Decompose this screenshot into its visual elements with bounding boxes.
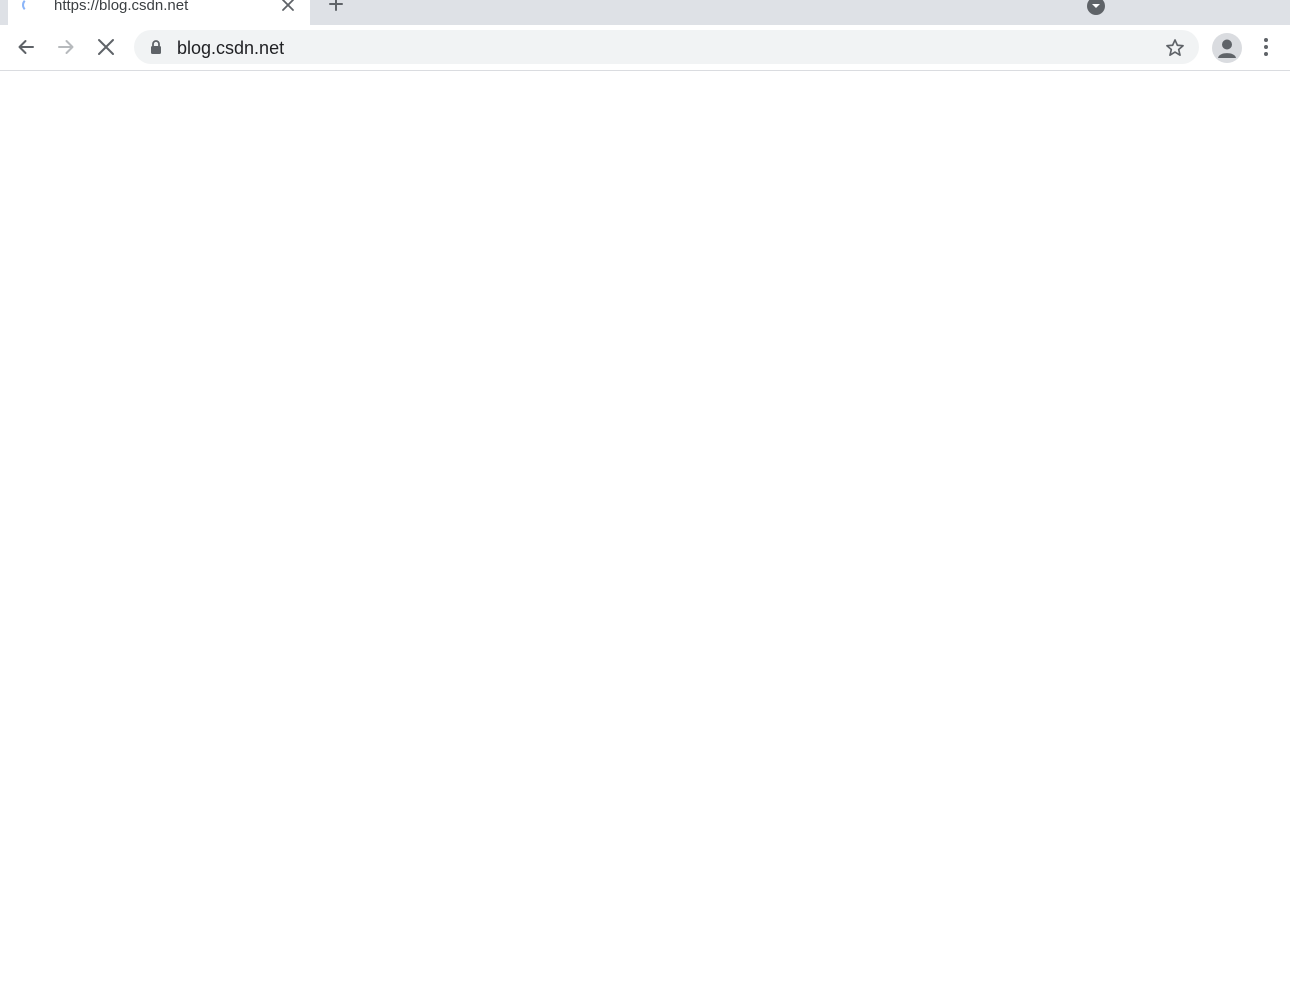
stop-loading-button[interactable] xyxy=(90,31,122,63)
loading-spinner-icon xyxy=(22,0,36,12)
forward-button[interactable] xyxy=(50,31,82,63)
browser-toolbar: blog.csdn.net xyxy=(0,25,1290,71)
menu-button[interactable] xyxy=(1254,35,1278,59)
url-text[interactable]: blog.csdn.net xyxy=(177,38,284,58)
tab-title: https://blog.csdn.net xyxy=(54,0,189,14)
tab-close-button[interactable] xyxy=(278,0,298,15)
star-icon[interactable] xyxy=(1164,37,1186,59)
plus-icon xyxy=(329,0,343,11)
back-button[interactable] xyxy=(10,31,42,63)
close-icon xyxy=(98,39,114,55)
page-content-blank xyxy=(0,71,1290,1006)
tab-active[interactable]: https://blog.csdn.net xyxy=(8,0,310,25)
arrow-left-icon xyxy=(18,40,34,54)
chevron-down-circle-icon xyxy=(1087,0,1105,15)
browser-window: https://blog.csdn.net blog.csdn.net xyxy=(0,0,1290,1006)
arrow-right-icon xyxy=(58,40,74,54)
address-bar[interactable]: blog.csdn.net xyxy=(134,30,1199,64)
new-tab-button[interactable] xyxy=(324,0,348,16)
close-icon xyxy=(282,0,294,11)
profile-avatar-button[interactable] xyxy=(1212,33,1242,63)
person-icon xyxy=(1218,39,1236,58)
tab-strip: https://blog.csdn.net xyxy=(0,0,1290,25)
tab-search-button[interactable] xyxy=(1084,0,1108,18)
kebab-menu-icon xyxy=(1264,38,1268,56)
lock-icon[interactable] xyxy=(148,39,164,55)
